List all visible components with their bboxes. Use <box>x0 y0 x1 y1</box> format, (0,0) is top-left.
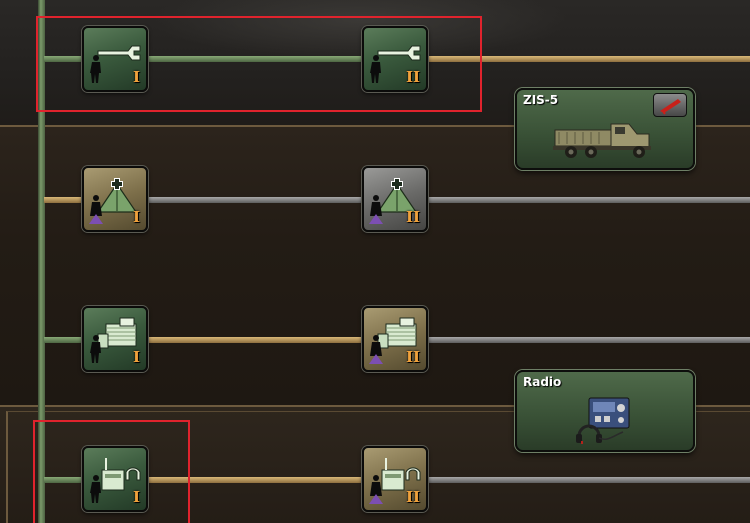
soldier-icon <box>90 335 101 363</box>
connector-line <box>428 477 750 483</box>
tech-level-label: II <box>405 348 420 366</box>
medic-icon <box>369 335 383 364</box>
medic-icon <box>369 475 383 504</box>
highlight-box-maintenance <box>36 16 482 112</box>
connector-line <box>428 197 750 203</box>
highlight-box-signal <box>33 420 190 523</box>
equipment-card-title: Radio <box>523 375 562 389</box>
tech-level-label: II <box>405 488 420 506</box>
connector-line <box>44 337 82 343</box>
tech-tile-field-hospital-2[interactable]: II <box>362 166 428 232</box>
connector-line <box>44 197 82 203</box>
connector-line <box>148 197 362 203</box>
medic-icon <box>89 195 103 224</box>
equipment-card-title: ZIS-5 <box>523 93 559 107</box>
radio-set-icon <box>576 397 630 444</box>
tech-tile-signal-2[interactable]: II <box>362 446 428 512</box>
equipment-card-zis-5[interactable]: ZIS-5 <box>515 88 695 170</box>
connector-line <box>428 337 750 343</box>
tech-level-label: I <box>132 348 140 366</box>
tech-tree-view: I II I II I II I II ZIS-5 Radio <box>0 0 750 523</box>
production-button[interactable] <box>653 93 687 117</box>
equipment-card-radio[interactable]: Radio <box>515 370 695 452</box>
tech-tile-logistics-2[interactable]: II <box>362 306 428 372</box>
rifle-icon <box>660 99 681 115</box>
medic-icon <box>369 195 383 224</box>
tech-level-label: II <box>405 208 420 226</box>
tech-tile-logistics-1[interactable]: I <box>82 306 148 372</box>
truck-icon <box>553 123 651 158</box>
connector-line <box>148 337 362 343</box>
tech-tile-field-hospital-1[interactable]: I <box>82 166 148 232</box>
tech-level-label: I <box>132 208 140 226</box>
